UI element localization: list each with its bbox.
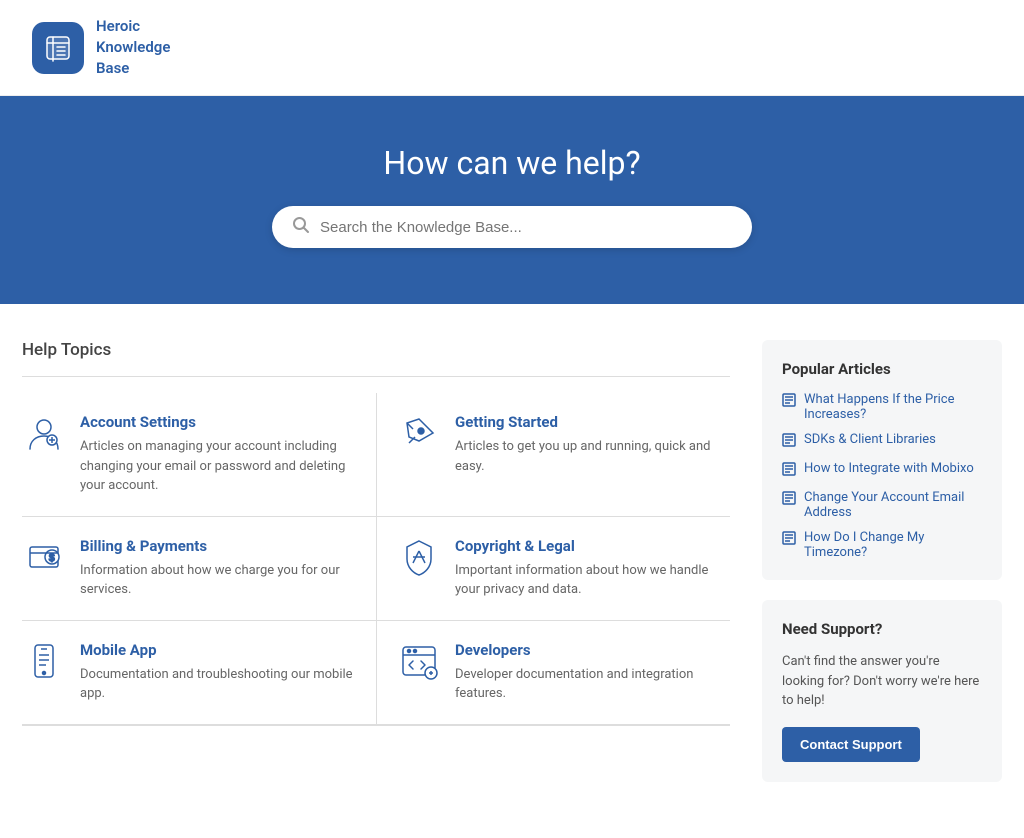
topic-getting-started[interactable]: Getting Started Articles to get you up a…: [376, 393, 730, 517]
logo-icon: [32, 22, 84, 74]
support-description: Can't find the answer you're looking for…: [782, 652, 982, 711]
copyright-legal-text: Copyright & Legal Important information …: [455, 537, 714, 600]
search-input[interactable]: [320, 219, 732, 236]
article-item[interactable]: Change Your Account Email Address: [782, 490, 982, 520]
main-content: Help Topics Account Settings Articles on: [2, 304, 1022, 838]
hero-title: How can we help?: [20, 144, 1004, 182]
article-icon: [782, 462, 796, 480]
article-item[interactable]: SDKs & Client Libraries: [782, 432, 982, 451]
topic-mobile-app[interactable]: Mobile App Documentation and troubleshoo…: [22, 621, 376, 725]
article-icon: [782, 393, 796, 411]
developers-text: Developers Developer documentation and i…: [455, 641, 714, 704]
getting-started-icon: [397, 413, 441, 453]
svg-text:$: $: [49, 553, 55, 564]
topic-billing-payments[interactable]: $ Billing & Payments Information about h…: [22, 517, 376, 621]
topics-grid: Account Settings Articles on managing yo…: [22, 393, 730, 725]
mobile-app-icon: [22, 641, 66, 681]
getting-started-text: Getting Started Articles to get you up a…: [455, 413, 714, 476]
mobile-app-text: Mobile App Documentation and troubleshoo…: [80, 641, 360, 704]
article-list: What Happens If the Price Increases? SDK…: [782, 392, 982, 560]
search-bar: [272, 206, 752, 248]
topic-copyright-legal[interactable]: Copyright & Legal Important information …: [376, 517, 730, 621]
left-column: Help Topics Account Settings Articles on: [22, 340, 730, 802]
section-title: Help Topics: [22, 340, 730, 360]
account-settings-icon: [22, 413, 66, 453]
divider-top: [22, 376, 730, 377]
article-item[interactable]: How to Integrate with Mobixo: [782, 461, 982, 480]
hero-section: How can we help?: [0, 96, 1024, 304]
article-icon: [782, 531, 796, 549]
account-settings-text: Account Settings Articles on managing yo…: [80, 413, 360, 496]
popular-articles-title: Popular Articles: [782, 360, 982, 378]
article-icon: [782, 433, 796, 451]
header: Heroic Knowledge Base: [0, 0, 1024, 96]
logo-box: Heroic Knowledge Base: [32, 16, 170, 79]
article-item[interactable]: How Do I Change My Timezone?: [782, 530, 982, 560]
topic-account-settings[interactable]: Account Settings Articles on managing yo…: [22, 393, 376, 517]
divider-bottom: [22, 725, 730, 726]
billing-payments-text: Billing & Payments Information about how…: [80, 537, 360, 600]
search-icon: [292, 216, 310, 238]
topic-developers[interactable]: Developers Developer documentation and i…: [376, 621, 730, 725]
copyright-legal-icon: [397, 537, 441, 577]
developers-icon: [397, 641, 441, 681]
article-item[interactable]: What Happens If the Price Increases?: [782, 392, 982, 422]
popular-articles-card: Popular Articles What Happens If the Pri…: [762, 340, 1002, 580]
need-support-title: Need Support?: [782, 620, 982, 638]
contact-support-button[interactable]: Contact Support: [782, 727, 920, 762]
article-icon: [782, 491, 796, 509]
need-support-card: Need Support? Can't find the answer you'…: [762, 600, 1002, 782]
billing-payments-icon: $: [22, 537, 66, 577]
right-sidebar: Popular Articles What Happens If the Pri…: [762, 340, 1002, 802]
logo-text: Heroic Knowledge Base: [96, 16, 170, 79]
